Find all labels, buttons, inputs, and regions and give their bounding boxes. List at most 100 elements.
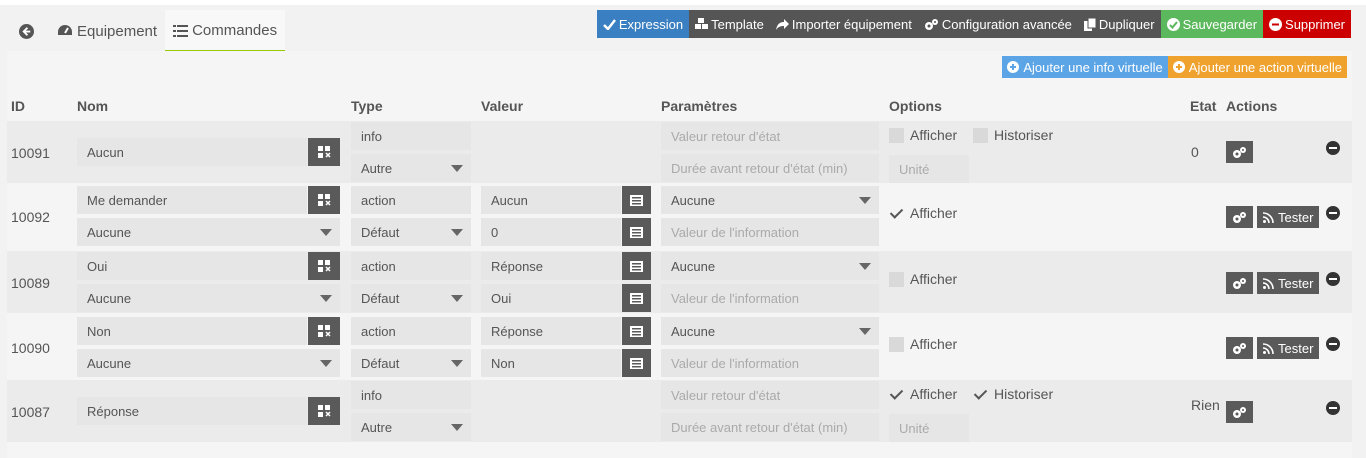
checkbox-box — [889, 271, 904, 287]
subtype-select[interactable]: Autre — [351, 413, 471, 441]
expression-button-label: Expression — [618, 16, 684, 32]
list-picker-button[interactable] — [622, 349, 651, 377]
test-button[interactable]: Tester — [1257, 337, 1320, 359]
command-name-input[interactable]: Oui — [77, 252, 307, 280]
value-input[interactable]: Non — [481, 349, 621, 377]
command-id: 10089 — [11, 275, 50, 291]
back-tab[interactable] — [7, 10, 49, 52]
icon-picker-button[interactable] — [308, 397, 340, 425]
type-field: action — [351, 317, 471, 345]
historiser-checkbox[interactable]: Historiser — [973, 127, 1053, 143]
icon-picker-button[interactable] — [308, 186, 340, 214]
subtype-select[interactable]: Autre — [351, 154, 471, 182]
list-picker-button[interactable] — [622, 252, 651, 280]
configuration-avancee-button[interactable]: Configuration avancée — [917, 10, 1078, 38]
icon-picker-button[interactable] — [308, 317, 340, 345]
sauvegarder-label: Sauvegarder — [1182, 16, 1258, 32]
dupliquer-label: Dupliquer — [1098, 16, 1155, 32]
list-picker-button[interactable] — [622, 186, 651, 214]
supprimer-button[interactable]: Supprimer — [1263, 10, 1351, 38]
command-name-input[interactable]: Me demander — [77, 186, 307, 214]
cogs-icon — [1233, 277, 1246, 289]
list-picker-button[interactable] — [622, 218, 651, 246]
add-action-virtuelle-button[interactable]: Ajouter une action virtuelle — [1167, 56, 1347, 78]
advanced-config-button[interactable] — [1226, 401, 1253, 423]
parameter-select[interactable]: Aucune — [661, 317, 879, 345]
info-value-input[interactable]: Valeur de l'information — [661, 349, 879, 377]
command-name-input[interactable]: Non — [77, 317, 307, 345]
checkbox-box — [889, 127, 904, 143]
col-header-parametres: Paramètres — [661, 98, 738, 114]
afficher-checkbox[interactable]: Afficher — [889, 271, 957, 287]
list-picker-button[interactable] — [622, 317, 651, 345]
list-icon — [173, 24, 189, 37]
parameter-select[interactable]: Aucune — [661, 252, 879, 280]
test-button-label: Tester — [1278, 209, 1314, 225]
dupliquer-button[interactable]: Dupliquer — [1077, 10, 1161, 38]
remove-command-icon[interactable] — [1326, 272, 1340, 286]
info-value-input[interactable]: Valeur de l'information — [661, 218, 879, 246]
flag-icon — [318, 405, 331, 417]
afficher-checkbox[interactable]: Afficher — [889, 386, 957, 402]
info-value-input[interactable]: Valeur de l'information — [661, 284, 879, 312]
return-state-delay-input[interactable]: Durée avant retour d'état (min) — [661, 413, 879, 441]
value-input[interactable]: Aucun — [481, 186, 621, 214]
test-button[interactable]: Tester — [1257, 206, 1320, 228]
afficher-checkbox[interactable]: Afficher — [889, 205, 957, 221]
return-state-value-input[interactable]: Valeur retour d'état — [661, 381, 879, 409]
checkbox-checked — [889, 387, 904, 402]
tab-equipement[interactable]: Equipement — [49, 10, 165, 52]
return-state-value-input[interactable]: Valeur retour d'état — [661, 122, 879, 150]
col-header-id: ID — [11, 98, 25, 114]
checkbox-box — [973, 127, 988, 143]
add-info-virtuelle-button[interactable]: Ajouter une info virtuelle — [1002, 56, 1168, 78]
top-strip — [0, 0, 1366, 5]
afficher-label: Afficher — [910, 127, 958, 143]
value-input[interactable]: Réponse — [481, 317, 621, 345]
icon-picker-button[interactable] — [308, 252, 340, 280]
linked-info-select[interactable]: Aucune — [77, 284, 340, 312]
icon-picker-button[interactable] — [308, 138, 340, 166]
unit-input[interactable]: Unité — [889, 414, 969, 442]
remove-command-icon[interactable] — [1326, 401, 1340, 415]
afficher-checkbox[interactable]: Afficher — [889, 127, 957, 143]
table-row: 10090 Non Aucune action Défaut Réponse N… — [7, 316, 1352, 378]
value-input[interactable]: Oui — [481, 284, 621, 312]
subtype-select[interactable]: Défaut — [351, 218, 471, 246]
advanced-config-button[interactable] — [1226, 206, 1253, 228]
unit-input[interactable]: Unité — [889, 155, 969, 183]
remove-command-icon[interactable] — [1326, 206, 1340, 220]
parameter-select[interactable]: Aucune — [661, 186, 879, 214]
command-name-input[interactable]: Réponse — [77, 397, 307, 425]
table-row: 10091 Aucun info Autre Valeur retour d'é… — [7, 121, 1352, 183]
subtype-select[interactable]: Défaut — [351, 284, 471, 312]
command-name-input[interactable]: Aucun — [77, 138, 307, 166]
col-header-valeur: Valeur — [481, 98, 524, 114]
expression-button[interactable]: Expression — [596, 10, 690, 38]
advanced-config-button[interactable] — [1226, 272, 1253, 294]
advanced-config-button[interactable] — [1226, 337, 1253, 359]
template-button[interactable]: Template — [689, 10, 770, 38]
test-button[interactable]: Tester — [1257, 272, 1320, 294]
checkbox-box — [889, 336, 904, 352]
afficher-checkbox[interactable]: Afficher — [889, 336, 957, 352]
return-state-delay-input[interactable]: Durée avant retour d'état (min) — [661, 154, 879, 182]
rss-icon — [1263, 277, 1274, 289]
linked-info-select[interactable]: Aucune — [77, 218, 340, 246]
value-input[interactable]: Réponse — [481, 252, 621, 280]
remove-command-icon[interactable] — [1326, 141, 1340, 155]
rss-icon — [1263, 211, 1274, 223]
subtype-select[interactable]: Défaut — [351, 349, 471, 377]
list-alt-icon — [630, 226, 643, 238]
linked-info-select[interactable]: Aucune — [77, 349, 340, 377]
sauvegarder-button[interactable]: Sauvegarder — [1160, 10, 1264, 38]
list-picker-button[interactable] — [622, 284, 651, 312]
tab-commandes[interactable]: Commandes — [165, 10, 286, 52]
remove-command-icon[interactable] — [1326, 337, 1340, 351]
value-input[interactable]: 0 — [481, 218, 621, 246]
table-row: 10092 Me demander Aucune action Défaut A… — [7, 185, 1352, 247]
historiser-checkbox[interactable]: Historiser — [973, 386, 1053, 402]
cogs-icon — [1233, 211, 1246, 223]
importer-equipement-button[interactable]: Importer équipement — [769, 10, 918, 38]
advanced-config-button[interactable] — [1226, 141, 1253, 163]
